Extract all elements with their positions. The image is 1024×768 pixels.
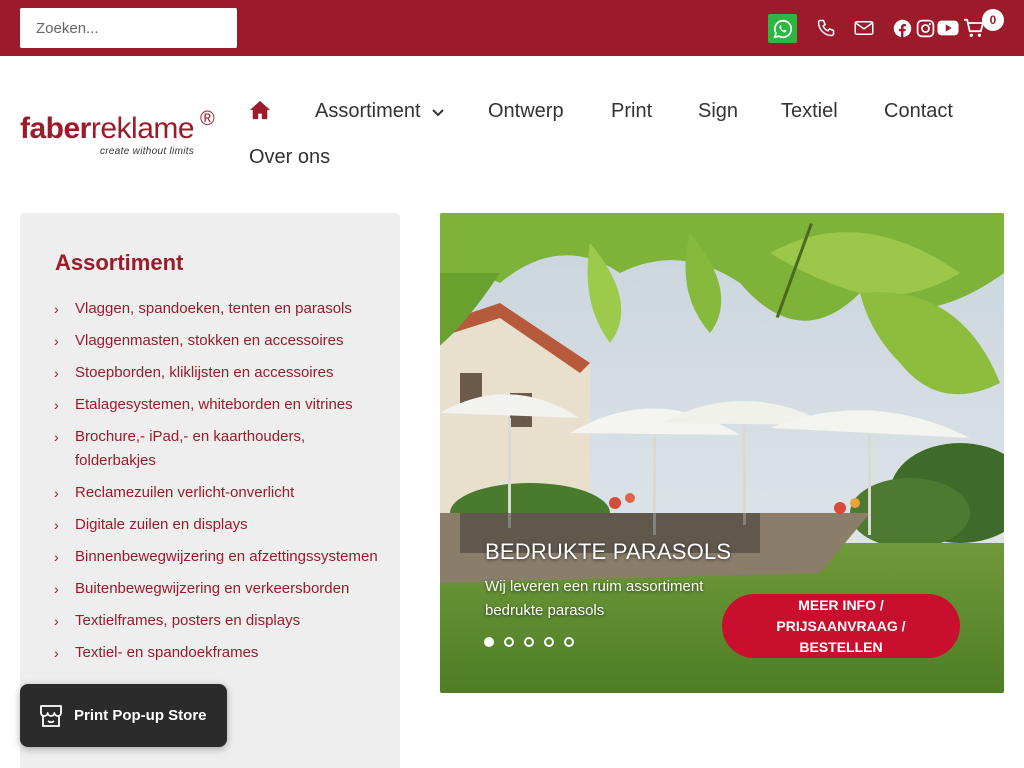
nav-over-ons[interactable]: Over ons (249, 146, 330, 169)
sidebar-title: Assortiment (55, 250, 184, 275)
search-input[interactable] (20, 8, 237, 48)
chevron-right-icon: › (54, 397, 59, 413)
logo-tagline: create without limits (100, 146, 195, 157)
registered-mark: ® (200, 108, 215, 130)
store-icon (38, 704, 64, 728)
chevron-right-icon: › (54, 485, 59, 501)
facebook-icon[interactable] (891, 17, 913, 39)
sidebar-item[interactable]: › Textielframes, posters en displays (52, 609, 382, 633)
chevron-right-icon: › (54, 517, 59, 533)
nav-print[interactable]: Print (611, 100, 652, 123)
popup-store-label: Print Pop-up Store (74, 707, 207, 724)
chevron-right-icon: › (54, 613, 59, 629)
home-icon[interactable] (249, 100, 271, 125)
hero-slider[interactable]: BEDRUKTE PARASOLS Wij leveren een ruim a… (440, 213, 1004, 693)
nav-sign[interactable]: Sign (698, 100, 738, 123)
print-popup-store-button[interactable]: Print Pop-up Store (20, 684, 227, 747)
slider-dot-2[interactable] (504, 637, 514, 647)
faber-reklame-logo[interactable]: faberreklame ® create without limits (20, 108, 225, 162)
whatsapp-icon[interactable] (768, 14, 797, 43)
sidebar-item[interactable]: › Vlaggenmasten, stokken en accessoires (52, 329, 382, 353)
sidebar-item[interactable]: › Brochure,- iPad,- en kaarthouders, fold… (52, 425, 382, 473)
slider-dots (484, 637, 574, 647)
hero-title: BEDRUKTE PARASOLS (485, 539, 732, 564)
chevron-down-icon (432, 100, 444, 123)
cart-count-badge: 0 (982, 9, 1004, 31)
sidebar-item[interactable]: › Stoepborden, kliklijsten en accessoires (52, 361, 382, 385)
slider-dot-1[interactable] (484, 637, 494, 647)
logo-wordmark: faberreklame (20, 112, 195, 145)
nav-textiel[interactable]: Textiel (781, 100, 838, 123)
chevron-right-icon: › (54, 333, 59, 349)
chevron-right-icon: › (54, 429, 59, 445)
phone-icon[interactable] (815, 17, 837, 39)
chevron-right-icon: › (54, 581, 59, 597)
chevron-right-icon: › (54, 645, 59, 661)
nav-assortiment[interactable]: Assortiment (315, 100, 444, 123)
sidebar-item[interactable]: › Textiel- en spandoekframes (52, 641, 382, 665)
meer-info-button[interactable]: MEER INFO / PRIJSAANVRAAG / BESTELLEN (722, 594, 960, 658)
sidebar-item[interactable]: › Etalagesystemen, whiteborden en vitrine… (52, 393, 382, 417)
slider-dot-4[interactable] (544, 637, 554, 647)
sidebar-item[interactable]: › Digitale zuilen en displays (52, 513, 382, 537)
hero-subtitle: Wij leveren een ruim assortiment bedrukt… (485, 578, 704, 619)
chevron-right-icon: › (54, 549, 59, 565)
sidebar-item[interactable]: › Reclamezuilen verlicht-onverlicht (52, 481, 382, 505)
sidebar-item[interactable]: › Binnenbewegwijzering en afzettingssyste… (52, 545, 382, 569)
sidebar-list: › Vlaggen, spandoeken, tenten en parasols… (52, 297, 382, 673)
sidebar-item[interactable]: › Buitenbewegwijzering en verkeersborden (52, 577, 382, 601)
nav-contact[interactable]: Contact (884, 100, 953, 123)
nav-ontwerp[interactable]: Ontwerp (488, 100, 564, 123)
chevron-right-icon: › (54, 365, 59, 381)
mail-icon[interactable] (853, 17, 875, 39)
sidebar-item[interactable]: › Vlaggen, spandoeken, tenten en parasols (52, 297, 382, 321)
top-bar: 0 (0, 0, 1024, 56)
youtube-icon[interactable] (937, 17, 959, 39)
instagram-icon[interactable] (914, 17, 936, 39)
slider-dot-5[interactable] (564, 637, 574, 647)
slider-dot-3[interactable] (524, 637, 534, 647)
chevron-right-icon: › (54, 301, 59, 317)
